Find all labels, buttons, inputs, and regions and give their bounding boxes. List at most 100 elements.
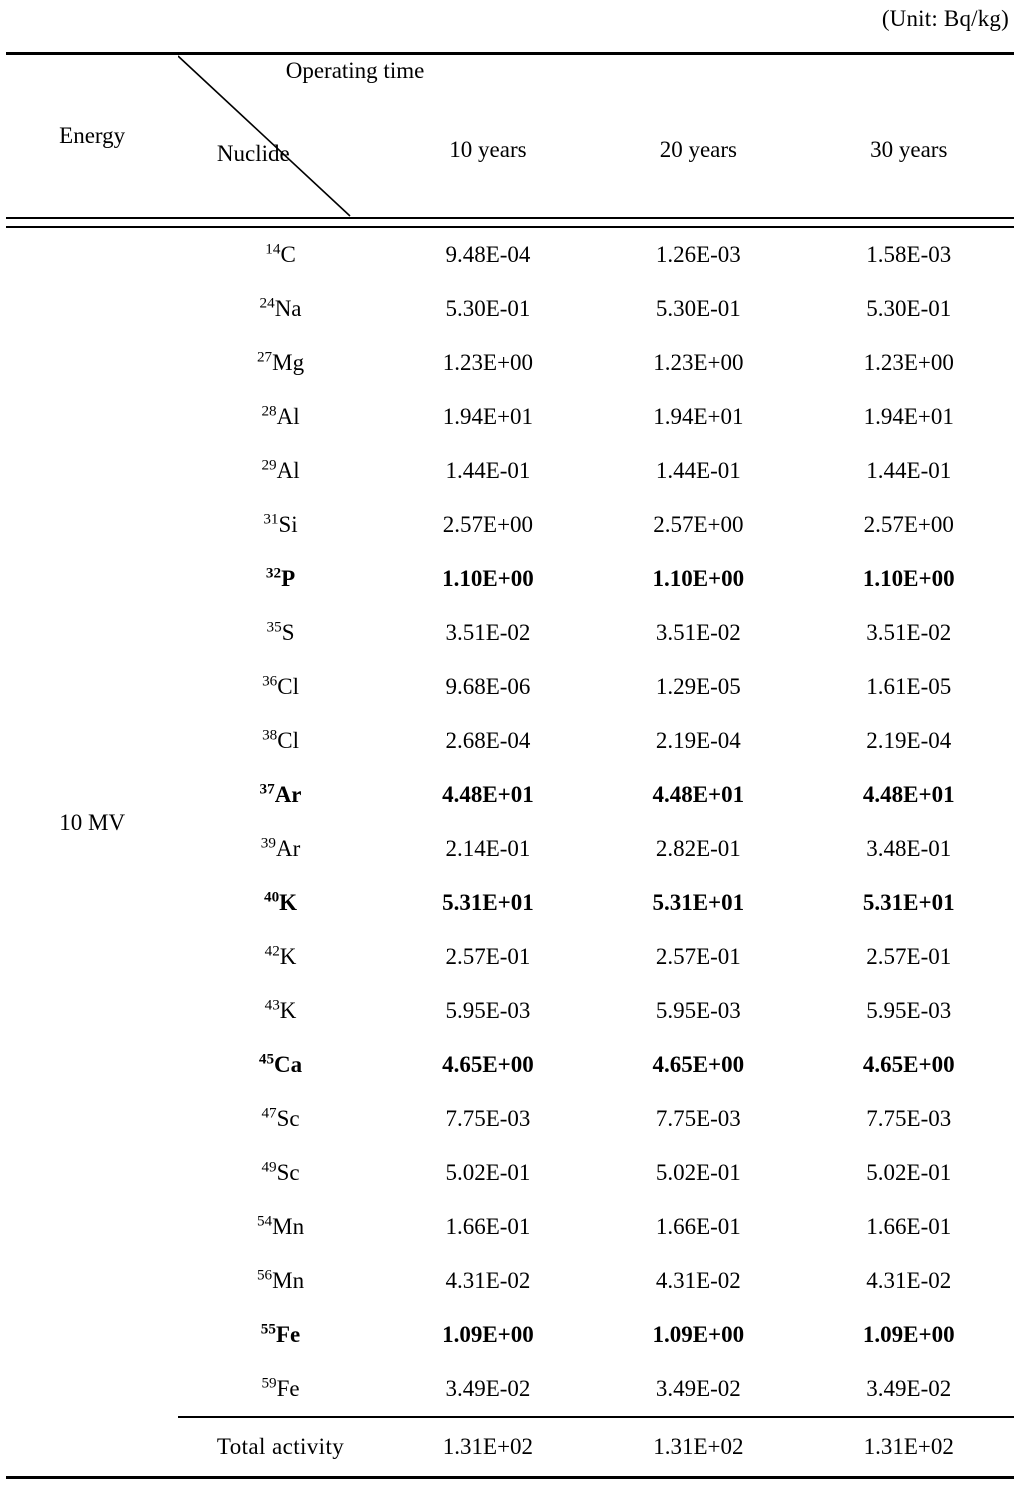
- activity-value-30-years: 5.02E-01: [866, 1160, 952, 1185]
- mass-number: 42: [264, 942, 280, 960]
- nuclide-cell: 27Mg: [178, 336, 382, 390]
- activity-value-30-years: 2.19E-04: [866, 728, 952, 753]
- mass-number: 55: [260, 1320, 276, 1338]
- nuclide-label: 36Cl: [262, 672, 299, 699]
- header-energy-cell: Energy: [6, 52, 179, 217]
- activity-value-30-years: 1.23E+00: [863, 350, 954, 375]
- table-header: Energy Operating time Nuclide 10 years 2…: [6, 52, 1014, 228]
- activity-value-20-years: 1.23E+00: [653, 350, 744, 375]
- activity-value-30-years: 5.31E+01: [862, 890, 955, 915]
- activity-value-30-years: 3.48E-01: [866, 836, 952, 861]
- mass-number: 31: [263, 510, 279, 528]
- header-nuclide-label: Nuclide: [216, 141, 290, 166]
- nuclide-label: 27Mg: [256, 348, 305, 375]
- nuclide-label: 55Fe: [260, 1320, 301, 1347]
- nuclide-label: 39Ar: [260, 834, 301, 861]
- nuclide-cell: 49Sc: [178, 1146, 382, 1200]
- activity-value-20-years: 1.29E-05: [655, 674, 741, 699]
- activity-value-20-years: 2.57E-01: [655, 944, 741, 969]
- activity-value-10-years: 1.66E-01: [445, 1214, 531, 1239]
- mass-number: 29: [261, 456, 277, 474]
- header-split-cell: Operating time Nuclide: [178, 52, 424, 217]
- nuclide-cell: 39Ar: [178, 822, 382, 876]
- nuclide-label: 49Sc: [261, 1158, 300, 1185]
- nuclide-cell: 42K: [178, 930, 382, 984]
- nuclide-cell: 35S: [178, 606, 382, 660]
- activity-value-20-years: 2.82E-01: [655, 836, 741, 861]
- header-double-rule: [6, 217, 1014, 228]
- nuclide-cell: 55Fe: [178, 1308, 382, 1362]
- energy-cell: 10 MV: [6, 228, 178, 1417]
- nuclide-label: 37Ar: [259, 780, 302, 807]
- activity-value-30-years: 1.09E+00: [862, 1322, 955, 1347]
- activity-value-20-years: 5.30E-01: [655, 296, 741, 321]
- activity-value-20-years: 3.49E-02: [655, 1376, 741, 1401]
- table-row: 10 MV 14C 9.48E-04 1.26E-03 1.58E-03: [6, 228, 1014, 834]
- energy-value: 10 MV: [59, 809, 126, 835]
- nuclide-cell: 45Ca: [178, 1038, 382, 1092]
- mass-number: 27: [256, 348, 273, 366]
- activity-value-30-years: 4.65E+00: [862, 1052, 955, 1077]
- nuclide-cell: 40K: [178, 876, 382, 930]
- activity-value-10-years: 5.31E+01: [442, 890, 534, 915]
- activity-value-20-years: 5.31E+01: [652, 890, 745, 915]
- activity-value-20-years: 1.09E+00: [652, 1322, 745, 1347]
- nuclide-cell: 59Fe: [178, 1362, 382, 1417]
- mass-number: 43: [264, 996, 280, 1014]
- activity-value-10-years: 7.75E-03: [445, 1106, 531, 1131]
- activity-value-10-years: 9.48E-04: [445, 242, 531, 267]
- total-row: Total activity 1.31E+02 1.31E+02 1.31E+02: [6, 1416, 1014, 1478]
- activity-value-10-years: 5.95E-03: [445, 998, 531, 1023]
- total-activity-label: Total activity: [178, 1416, 383, 1478]
- nuclide-label: 54Mn: [256, 1212, 305, 1239]
- table-bottom-rule: [6, 1476, 1014, 1480]
- activation-activity-table: Energy Operating time Nuclide 10 years 2…: [6, 52, 1014, 1480]
- header-col-10-years: 10 years: [382, 52, 594, 217]
- nuclide-cell: 29Al: [178, 444, 382, 498]
- header-energy-label: Energy: [59, 123, 126, 148]
- total-activity-value-20-years: 1.31E+02: [593, 1416, 804, 1478]
- nuclide-cell: 31Si: [178, 498, 382, 552]
- mass-number: 45: [258, 1050, 275, 1068]
- activity-value-30-years: 2.57E-01: [866, 944, 952, 969]
- activity-value-30-years: 5.30E-01: [866, 296, 952, 321]
- activity-value-10-years: 9.68E-06: [445, 674, 531, 699]
- nuclide-cell: 14C: [178, 228, 382, 282]
- table-body: 10 MV 14C 9.48E-04 1.26E-03 1.58E-03 24Na 5.30…: [6, 228, 1014, 1480]
- activity-value-10-years: 4.65E+00: [442, 1052, 534, 1077]
- total-energy-spacer: [6, 1417, 178, 1478]
- activity-value-10-years: 1.23E+00: [442, 350, 534, 375]
- activity-value-10-years: 1.09E+00: [442, 1322, 534, 1347]
- activity-value-20-years: 4.31E-02: [655, 1268, 741, 1293]
- activity-value-30-years: 1.94E+01: [863, 404, 954, 429]
- activity-value-20-years: 3.51E-02: [655, 620, 741, 645]
- nuclide-label: 35S: [266, 618, 295, 645]
- mass-number: 40: [263, 888, 280, 906]
- activity-value-30-years: 4.48E+01: [862, 782, 955, 807]
- nuclide-label: 32P: [265, 564, 296, 591]
- nuclide-cell: 28Al: [178, 390, 382, 444]
- nuclide-cell: 47Sc: [178, 1092, 382, 1146]
- total-activity-value-30-years: 1.31E+02: [803, 1416, 1014, 1478]
- activity-value-10-years: 3.49E-02: [445, 1376, 531, 1401]
- activity-value-20-years: 2.57E+00: [653, 512, 744, 537]
- activity-value-10-years: 1.44E-01: [445, 458, 531, 483]
- nuclide-cell: 43K: [178, 984, 382, 1038]
- nuclide-cell: 24Na: [178, 282, 382, 336]
- activity-value-20-years: 1.26E-03: [655, 242, 741, 267]
- mass-number: 56: [256, 1266, 273, 1284]
- activity-value-20-years: 2.19E-04: [655, 728, 741, 753]
- nuclide-label: 40K: [263, 888, 298, 915]
- mass-number: 32: [265, 564, 282, 582]
- mass-number: 37: [259, 780, 275, 798]
- activity-value-10-years: 1.10E+00: [442, 566, 534, 591]
- activity-value-10-years: 2.57E-01: [445, 944, 531, 969]
- activity-value-10-years: 2.57E+00: [442, 512, 534, 537]
- activity-value-30-years: 1.10E+00: [862, 566, 955, 591]
- activity-value-20-years: 1.44E-01: [655, 458, 741, 483]
- mass-number: 47: [261, 1104, 277, 1122]
- activity-value-30-years: 7.75E-03: [866, 1106, 952, 1131]
- nuclide-label: 59Fe: [261, 1374, 300, 1401]
- nuclide-cell: 56Mn: [178, 1254, 382, 1308]
- mass-number: 35: [266, 618, 282, 636]
